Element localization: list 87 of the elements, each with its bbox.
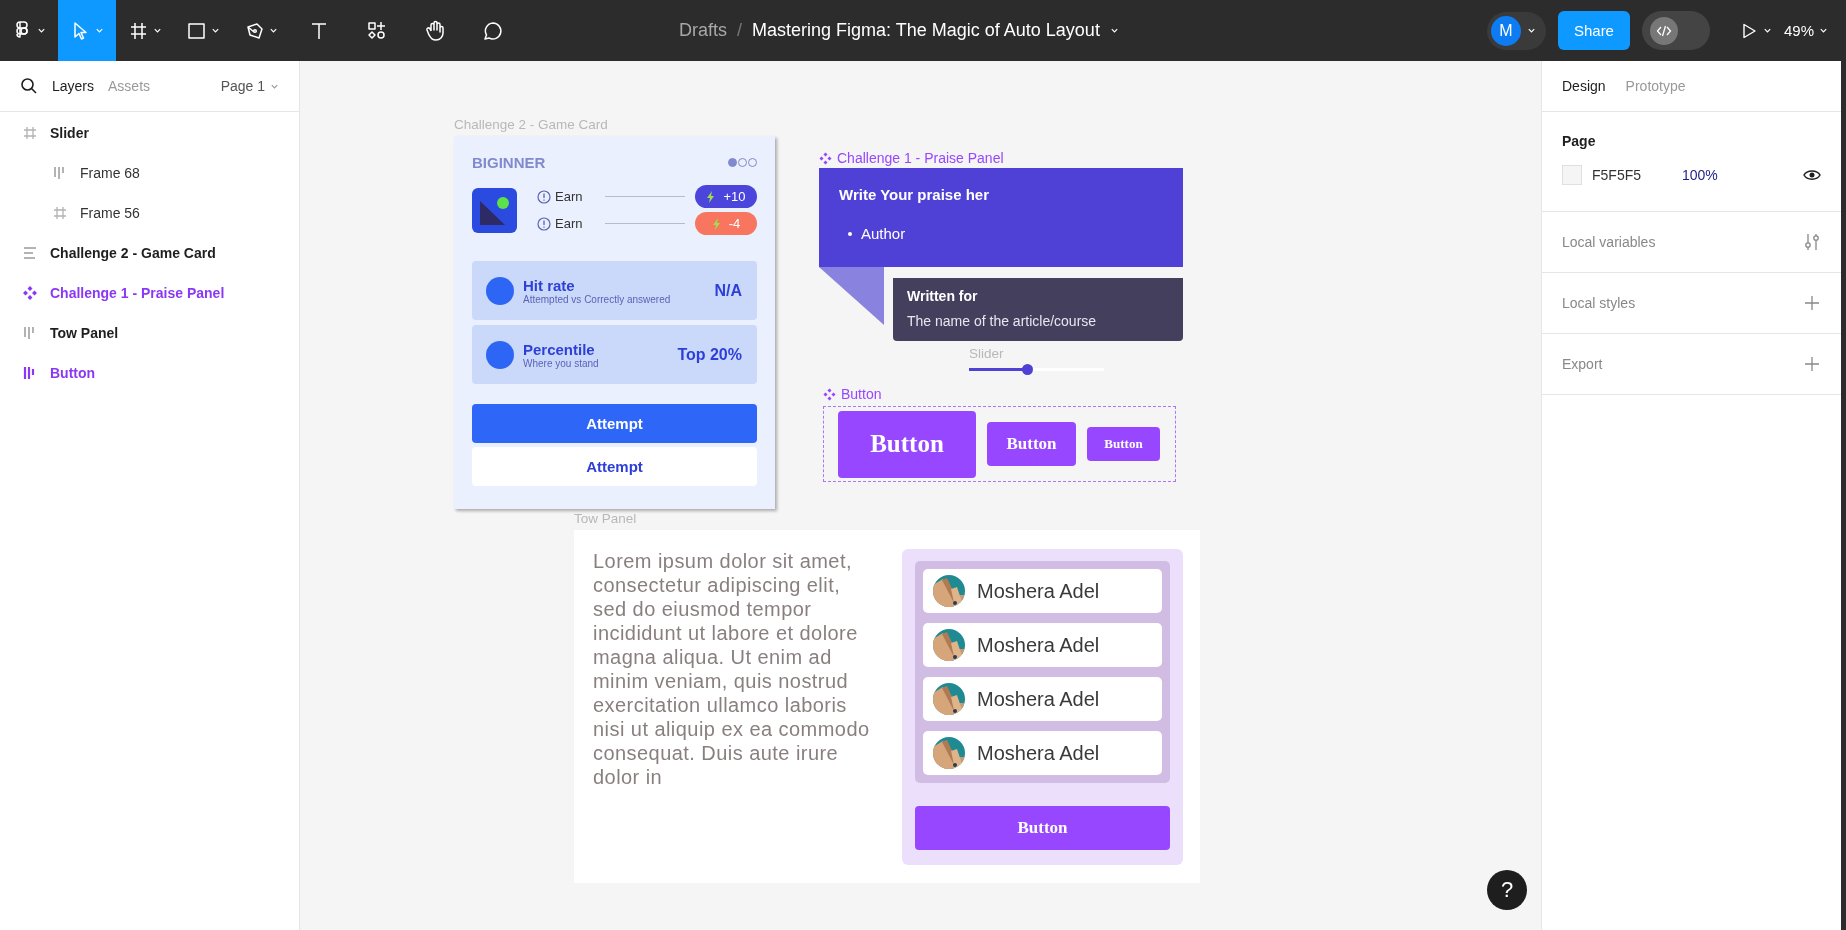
panel-tab[interactable]: Layers xyxy=(52,78,95,94)
stat-title: Hit rate xyxy=(523,276,576,294)
breadcrumb-separator: / xyxy=(737,20,743,41)
stat-title: Percentile xyxy=(523,340,596,358)
hash-icon xyxy=(22,125,38,141)
color-value[interactable]: F5F5F5 xyxy=(1592,167,1682,183)
stat-subtitle: Attempted vs Correctly answered xyxy=(523,293,672,305)
caret-icon xyxy=(37,26,46,35)
component-icon xyxy=(22,285,38,301)
ribbon-fold-shape xyxy=(819,267,884,325)
button[interactable]: Button xyxy=(987,422,1076,466)
frame-label[interactable]: Button xyxy=(841,386,882,402)
breadcrumb-link[interactable]: Drafts xyxy=(679,20,727,41)
attempt-button[interactable]: Attempt xyxy=(472,404,757,443)
pager-dot[interactable] xyxy=(728,158,737,167)
avatar-menu[interactable]: M xyxy=(1486,11,1546,50)
caret-icon xyxy=(1762,26,1772,35)
info-icon xyxy=(537,189,551,204)
reward-value: -4 xyxy=(728,216,741,231)
lightning-icon xyxy=(711,217,721,230)
card-subheading: Written for xyxy=(907,288,979,304)
color-swatch[interactable] xyxy=(1562,165,1582,185)
share-button[interactable]: Share xyxy=(1557,11,1630,50)
stat-value: Top 20% xyxy=(677,345,742,364)
panel-tab[interactable]: Design xyxy=(1562,78,1606,94)
level-title: BIGINNER xyxy=(472,154,546,171)
caret-icon xyxy=(95,26,104,35)
help-button[interactable]: ? xyxy=(1487,870,1527,910)
layer-name[interactable]: Frame 68 xyxy=(80,165,140,181)
hand-icon xyxy=(424,19,446,42)
person-name: Moshera Adel xyxy=(977,579,1100,603)
caret-icon xyxy=(211,26,220,35)
lightning-icon xyxy=(706,190,716,203)
comment-icon xyxy=(482,19,504,42)
frame-label[interactable]: Challenge 1 - Praise Panel xyxy=(837,150,1004,166)
button[interactable]: Button xyxy=(838,410,976,478)
opacity-value[interactable]: 100% xyxy=(1682,167,1803,183)
layer-name[interactable]: Button xyxy=(50,365,96,381)
attempt-button[interactable]: Attempt xyxy=(472,447,757,486)
zoom-level[interactable]: 49% xyxy=(1783,22,1814,39)
sliders-icon[interactable] xyxy=(1803,233,1821,251)
layer-name[interactable]: Slider xyxy=(50,125,89,141)
praise-heading: Write Your praise her xyxy=(839,186,991,203)
bullet-text: Author xyxy=(861,225,906,242)
person-name: Moshera Adel xyxy=(977,633,1100,657)
bullet-icon xyxy=(848,231,852,236)
layer-name[interactable]: Challenge 2 - Game Card xyxy=(50,245,216,261)
panel-tab[interactable]: Prototype xyxy=(1625,78,1686,94)
stat-value: N/A xyxy=(714,281,742,300)
section-title: Page xyxy=(1562,133,1597,149)
page-selector[interactable]: Page 1 xyxy=(220,78,265,94)
stat-subtitle: Where you stand xyxy=(523,357,600,369)
component-icon xyxy=(819,151,832,165)
layer-name[interactable]: Tow Panel xyxy=(50,325,119,341)
button[interactable]: Button xyxy=(915,806,1170,850)
caret-icon xyxy=(1109,26,1119,35)
card-text: The name of the article/course xyxy=(907,313,1098,329)
lines-icon xyxy=(22,245,38,261)
person-name: Moshera Adel xyxy=(977,741,1100,765)
component-icon xyxy=(823,387,836,401)
reward-value: +10 xyxy=(723,189,746,204)
slider-thumb[interactable] xyxy=(1022,364,1034,375)
layer-name[interactable]: Challenge 1 - Praise Panel xyxy=(50,285,225,301)
person-name: Moshera Adel xyxy=(977,687,1100,711)
layer-name[interactable]: Frame 56 xyxy=(80,205,140,221)
hash-icon xyxy=(52,205,68,221)
user-avatar[interactable]: M xyxy=(1490,15,1521,46)
reward-label: Earn xyxy=(555,189,584,204)
section-title: Local variables xyxy=(1562,234,1656,250)
panel-tab[interactable]: Assets xyxy=(108,78,151,94)
search-icon[interactable] xyxy=(20,77,38,95)
section-title: Export xyxy=(1562,356,1603,372)
caret-icon xyxy=(1819,26,1828,35)
dev-mode-toggle[interactable] xyxy=(1641,11,1710,50)
button[interactable]: Button xyxy=(1087,427,1160,461)
game-icon xyxy=(472,187,517,233)
shapes-icon xyxy=(366,19,388,42)
body-text: Lorem ipsum dolor sit amet, consectetur adipiscing elit, sed do eiusmod tempor incididunt ut labore et dolore magna aliqua. Ut enim ad minim veniam, quis nostrud exercitation ullamco laboris nisi ut aliquip ex ea commodo consequat. Duis aute irure dolor in xyxy=(593,549,871,790)
info-icon xyxy=(537,216,551,231)
stat-dot xyxy=(486,340,514,369)
stat-dot xyxy=(486,276,514,305)
file-title[interactable]: Mastering Figma: The Magic of Auto Layout xyxy=(752,20,1100,41)
caret-icon xyxy=(269,26,278,35)
caret-icon xyxy=(1526,26,1536,35)
section-title: Local styles xyxy=(1562,295,1636,311)
reward-label: Earn xyxy=(555,216,584,231)
caret-icon xyxy=(153,26,162,35)
